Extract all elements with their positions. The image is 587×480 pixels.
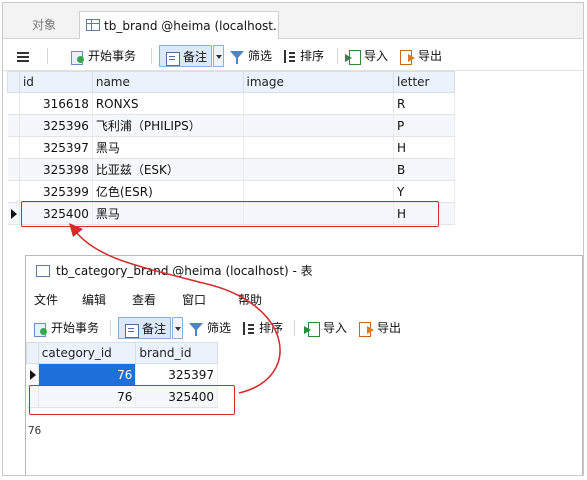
annotation-arrow (69, 223, 281, 394)
app-frame: 对象 tb_brand @heima (localhost... 开始事务 备注… (2, 2, 584, 476)
